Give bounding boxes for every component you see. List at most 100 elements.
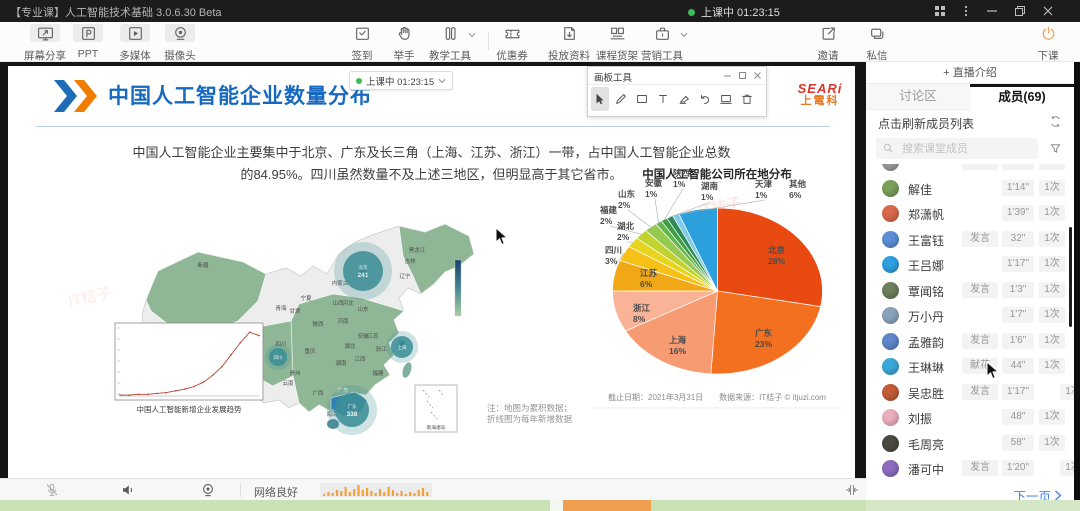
member-row[interactable]: 潘可中发言1'20"1次 bbox=[866, 456, 1074, 481]
member-action-badge bbox=[962, 164, 998, 170]
trend-inset-chart bbox=[115, 323, 263, 400]
board-tool-pen-icon[interactable] bbox=[612, 87, 630, 111]
search-input[interactable] bbox=[876, 138, 1038, 159]
member-count-badge: 1次 bbox=[1039, 180, 1065, 196]
scrollbar-thumb[interactable] bbox=[1069, 227, 1072, 327]
china-map-chart: 新疆黑龙江吉林辽宁内蒙古宁夏青海甘肃山西河北陕西河南山东安徽江苏四川重庆湖北浙江… bbox=[103, 216, 508, 461]
logo-line2: 上電科 bbox=[790, 95, 850, 108]
board-tools-title: 画板工具 bbox=[594, 70, 632, 84]
speaker-icon[interactable] bbox=[120, 482, 136, 498]
pie-chart: 中国人工智能公司所在地分布 北京28%广东23%上海16%浙江8%江苏6%四川3… bbox=[585, 161, 850, 416]
sea-inset-label: 南海诸岛 bbox=[426, 424, 445, 431]
board-tool-rect-icon[interactable] bbox=[633, 87, 651, 111]
member-row[interactable]: 孟雅韵发言1'6"1次 bbox=[866, 329, 1074, 354]
marketing-icon bbox=[651, 24, 673, 42]
member-row[interactable] bbox=[866, 164, 1074, 175]
restore-button[interactable] bbox=[1008, 0, 1032, 22]
trend-point bbox=[166, 392, 168, 394]
toolbar-item-camera[interactable]: 摄像头 bbox=[152, 24, 208, 60]
member-time-badge bbox=[1002, 164, 1034, 170]
tab-members[interactable]: 成员(69) bbox=[970, 84, 1074, 110]
map-bubble bbox=[335, 393, 369, 427]
province-label: 浙江 bbox=[375, 345, 387, 353]
collapse-toolbar-icon[interactable] bbox=[844, 482, 860, 498]
tab-discussion[interactable]: 讨论区 bbox=[866, 84, 970, 110]
invite-icon bbox=[817, 24, 839, 42]
window-title: 【专业课】人工智能技术基础 3.0.6.30 Beta bbox=[10, 4, 222, 20]
avatar bbox=[882, 180, 899, 197]
member-row[interactable]: 王吕娜1'17"1次 bbox=[866, 252, 1074, 277]
member-action-badge: 发言 bbox=[962, 231, 998, 247]
toolbar-item-marketing[interactable]: 营销工具 bbox=[634, 24, 690, 60]
shelf-icon bbox=[606, 24, 628, 42]
member-list: 解佳1'14"1次郑潇帆1'39"1次王富钰发言32"1次王吕娜1'17"1次覃… bbox=[866, 164, 1074, 484]
member-action-badge: 发言 bbox=[962, 333, 998, 349]
webcam-icon[interactable] bbox=[200, 482, 216, 498]
material-icon bbox=[558, 24, 580, 42]
member-row[interactable]: 王富钰发言32"1次 bbox=[866, 227, 1074, 252]
member-count-badge: 1次 bbox=[1039, 205, 1065, 221]
refresh-icon[interactable] bbox=[1049, 115, 1062, 128]
member-name: 王琳琳 bbox=[908, 359, 944, 376]
title-chevrons-icon bbox=[54, 80, 110, 112]
panel-restore-icon[interactable] bbox=[735, 69, 749, 82]
chevron-down-icon bbox=[468, 32, 476, 38]
board-tool-trash-icon[interactable] bbox=[738, 87, 756, 111]
panel-minimize-icon[interactable] bbox=[720, 69, 734, 82]
board-tool-undo-icon[interactable] bbox=[696, 87, 714, 111]
window-titlebar: 【专业课】人工智能技术基础 3.0.6.30 Beta 上课中 01:23:15 bbox=[0, 0, 1080, 22]
board-tools-panel[interactable]: 画板工具 bbox=[587, 66, 767, 117]
refresh-hint: 点击刷新成员列表 bbox=[878, 115, 974, 132]
logo-line1: SEARi bbox=[790, 82, 850, 95]
toolbar-item-invite[interactable]: 邀请 bbox=[800, 24, 856, 60]
member-row[interactable]: 毛周亮58"1次 bbox=[866, 431, 1074, 456]
province-label: 江苏 bbox=[367, 332, 379, 340]
class-status-pill[interactable]: 上课中 01:23:15 bbox=[349, 71, 453, 90]
toolbar-item-teach[interactable]: 教学工具 bbox=[422, 24, 478, 60]
classroom-canvas: 中国人工智能企业数量分布 中国人工智能企业主要集中于北京、广东及长三角（上海、江… bbox=[0, 62, 866, 478]
board-tool-eraser-icon[interactable] bbox=[675, 87, 693, 111]
live-intro-button[interactable]: + 直播介绍 bbox=[866, 62, 1074, 84]
toolbar-item-classend[interactable]: 下课 bbox=[1020, 24, 1076, 60]
chevron-down-icon bbox=[680, 32, 688, 38]
member-row[interactable]: 郑潇帆1'39"1次 bbox=[866, 201, 1074, 226]
trend-point bbox=[156, 393, 158, 395]
member-count-badge: 1次 bbox=[1039, 307, 1065, 323]
member-row[interactable]: 解佳1'14"1次 bbox=[866, 176, 1074, 201]
member-row[interactable]: 万小丹1'7"1次 bbox=[866, 303, 1074, 328]
toolbar-item-coupon[interactable]: 优惠券 bbox=[484, 24, 540, 60]
minimize-button[interactable] bbox=[980, 0, 1004, 22]
message-icon bbox=[866, 24, 888, 42]
toolbar-item-label: 教学工具 bbox=[422, 48, 478, 63]
trend-point bbox=[221, 366, 223, 368]
toolbar-item-label: 摄像头 bbox=[152, 48, 208, 63]
more-menu-icon[interactable] bbox=[954, 0, 978, 22]
filter-icon[interactable] bbox=[1049, 142, 1062, 155]
classin-window: { "titlebar": { "title": "【专业课】人工智能技术基础 … bbox=[0, 0, 1080, 511]
pie-slice-label: 天津1% bbox=[755, 179, 773, 200]
member-row[interactable]: 吴忠胜发言1'17"1次 bbox=[866, 380, 1074, 405]
pie-slice-label: 山东2% bbox=[618, 189, 636, 210]
trend-point bbox=[203, 381, 205, 383]
layout-grid-icon[interactable] bbox=[928, 0, 952, 22]
toolbar-item-message[interactable]: 私信 bbox=[849, 24, 905, 60]
taskbar-segment-active bbox=[563, 500, 651, 511]
board-tool-screen-icon[interactable] bbox=[717, 87, 735, 111]
next-page-button[interactable]: 下一页 bbox=[1013, 486, 1062, 500]
avatar bbox=[882, 164, 899, 171]
board-tool-select-icon[interactable] bbox=[591, 87, 609, 111]
member-row[interactable]: 覃闻铭发言1'3"1次 bbox=[866, 278, 1074, 303]
refresh-members-row[interactable]: 点击刷新成员列表 bbox=[866, 110, 1074, 134]
board-tool-text-icon[interactable] bbox=[654, 87, 672, 111]
member-name: 王吕娜 bbox=[908, 257, 944, 274]
microphone-muted-icon[interactable] bbox=[44, 482, 60, 498]
map-bubble-label: 上海 bbox=[398, 344, 407, 351]
close-button[interactable] bbox=[1036, 0, 1060, 22]
member-time-badge: 44" bbox=[1002, 358, 1034, 374]
member-row[interactable]: 王琳琳献花44"1次 bbox=[866, 354, 1074, 379]
panel-close-icon[interactable] bbox=[750, 69, 764, 82]
member-row[interactable]: 刘振48"1次 bbox=[866, 405, 1074, 430]
pie-slice-label: 广东23% bbox=[755, 328, 773, 349]
coupon-icon bbox=[501, 24, 523, 42]
trend-point bbox=[129, 394, 131, 396]
